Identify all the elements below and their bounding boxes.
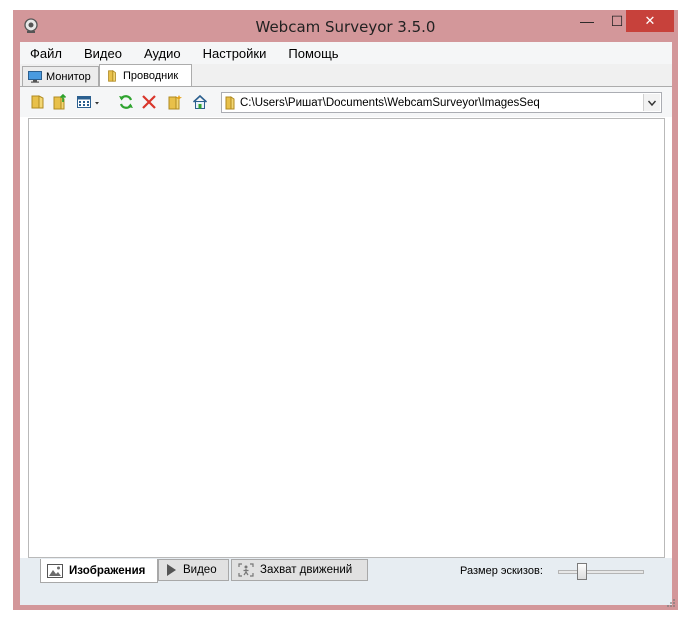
menu-video[interactable]: Видео: [74, 46, 134, 61]
path-folder-icon: [225, 96, 235, 110]
top-tabs: Монитор Проводник: [20, 64, 672, 87]
explorer-toolbar: C:\Users\Ришат\Documents\WebcamSurveyor\…: [20, 87, 672, 117]
home-icon: [192, 94, 208, 109]
menu-help[interactable]: Помощь: [278, 46, 350, 61]
tab-monitor-label: Монитор: [46, 70, 91, 83]
tab-images-label: Изображения: [69, 564, 146, 577]
slider-thumb[interactable]: [577, 563, 587, 580]
home-button[interactable]: [191, 94, 209, 110]
path-combobox[interactable]: C:\Users\Ришат\Documents\WebcamSurveyor\…: [221, 92, 662, 113]
tab-images[interactable]: Изображения: [40, 559, 158, 583]
menu-settings[interactable]: Настройки: [193, 46, 279, 61]
delete-button[interactable]: [140, 94, 158, 110]
close-button[interactable]: ✕: [626, 10, 674, 32]
menu-file[interactable]: Файл: [20, 46, 74, 61]
tab-explorer[interactable]: Проводник: [99, 64, 192, 87]
client-area: Файл Видео Аудио Настройки Помощь Монито…: [20, 42, 672, 605]
view-mode-button[interactable]: [76, 94, 102, 110]
open-folder-icon: [31, 95, 44, 109]
menu-audio[interactable]: Аудио: [134, 46, 193, 61]
view-mode-icon: [77, 96, 99, 108]
motion-icon: [238, 563, 254, 577]
tab-motion-label: Захват движений: [260, 564, 353, 576]
minimize-button[interactable]: —: [573, 10, 601, 32]
folder-up-button[interactable]: [51, 94, 69, 110]
tab-motion-capture[interactable]: Захват движений: [231, 559, 368, 581]
tab-explorer-label: Проводник: [123, 70, 179, 82]
monitor-icon: [28, 70, 42, 83]
explorer-panel: C:\Users\Ришат\Documents\WebcamSurveyor\…: [20, 86, 672, 605]
tab-video-label: Видео: [183, 564, 217, 576]
new-folder-icon: [168, 95, 182, 110]
menu-bar: Файл Видео Аудио Настройки Помощь: [20, 42, 672, 64]
play-icon: [167, 564, 176, 576]
folder-icon: [108, 70, 116, 82]
chevron-down-icon: [647, 100, 657, 106]
title-bar[interactable]: Webcam Surveyor 3.5.0 — ☐ ✕: [13, 10, 678, 42]
app-window: Webcam Surveyor 3.5.0 — ☐ ✕ Файл Видео А…: [13, 10, 678, 610]
bottom-bar: Изображения Видео Захват движений Размер…: [20, 558, 672, 605]
image-icon: [47, 563, 63, 578]
delete-icon: [142, 95, 156, 109]
slider-track: [558, 570, 644, 574]
refresh-button[interactable]: [117, 94, 135, 110]
tab-monitor[interactable]: Монитор: [22, 66, 99, 86]
resize-grip-icon[interactable]: [666, 598, 676, 608]
thumbnail-size-label: Размер эскизов:: [460, 565, 543, 577]
folder-up-icon: [53, 94, 67, 110]
new-folder-button[interactable]: [166, 94, 184, 110]
thumbnail-view[interactable]: [28, 118, 665, 558]
thumbnail-size-slider[interactable]: [558, 562, 644, 582]
open-folder-button[interactable]: [29, 94, 47, 110]
refresh-icon: [119, 95, 133, 109]
path-value: C:\Users\Ришат\Documents\WebcamSurveyor\…: [240, 96, 540, 109]
tab-video[interactable]: Видео: [158, 559, 229, 581]
path-dropdown-button[interactable]: [643, 94, 660, 111]
